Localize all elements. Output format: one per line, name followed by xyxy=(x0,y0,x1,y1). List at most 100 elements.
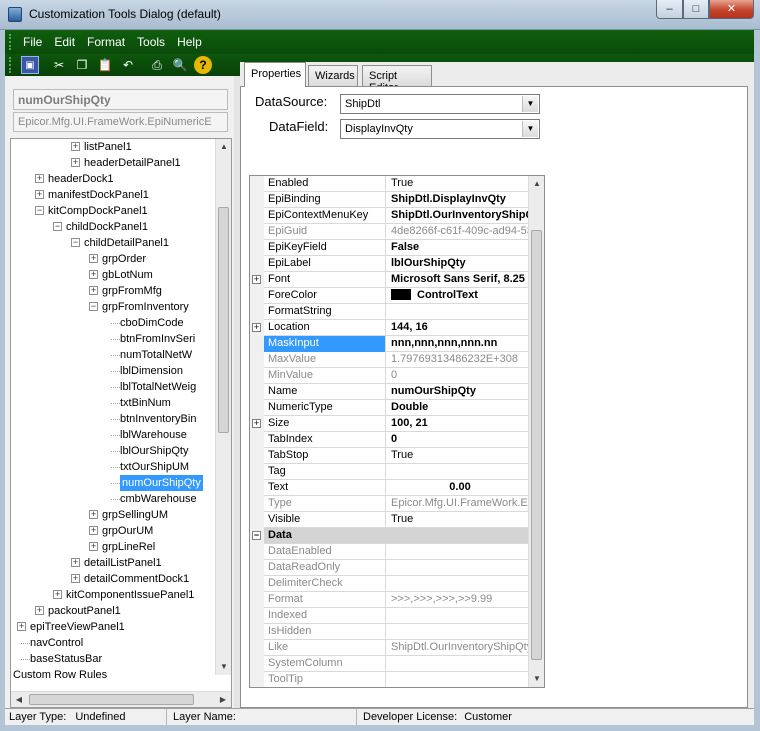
tree-node-label[interactable]: txtBinNum xyxy=(120,395,171,411)
collapse-icon[interactable]: − xyxy=(71,238,80,247)
tree-node[interactable]: Custom Row Rules xyxy=(11,667,216,683)
property-row[interactable]: + Location 144, 16 xyxy=(250,320,529,336)
tree-node[interactable]: numTotalNetW xyxy=(11,347,216,363)
tree-node[interactable]: lblDimension xyxy=(11,363,216,379)
expand-icon[interactable]: + xyxy=(252,323,261,332)
tab-script-editor[interactable]: Script Editor xyxy=(362,65,432,94)
tree-node-label[interactable]: grpOrder xyxy=(102,251,146,267)
property-row[interactable]: EpiLabel lblOurShipQty xyxy=(250,256,529,272)
expand-icon[interactable]: + xyxy=(89,542,98,551)
expand-icon[interactable]: + xyxy=(71,574,80,583)
expand-icon[interactable]: + xyxy=(89,510,98,519)
tree-node[interactable]: + detailListPanel1 xyxy=(11,555,216,571)
property-value[interactable] xyxy=(387,608,529,624)
expand-icon[interactable]: + xyxy=(17,622,26,631)
property-row[interactable]: Visible True xyxy=(250,512,529,528)
paste-icon[interactable]: 📋 xyxy=(96,56,114,74)
property-value[interactable]: lblOurShipQty xyxy=(387,256,529,272)
tree-node-label[interactable]: numOurShipQty xyxy=(120,475,203,491)
property-value[interactable]: False xyxy=(387,240,529,256)
property-row[interactable]: Name numOurShipQty xyxy=(250,384,529,400)
tree-node-label[interactable]: lblDimension xyxy=(120,363,183,379)
property-value[interactable]: 0 xyxy=(387,432,529,448)
tree-node[interactable]: baseStatusBar xyxy=(11,651,216,667)
tree-node-label[interactable]: numTotalNetW xyxy=(120,347,192,363)
property-row[interactable]: Type Epicor.Mfg.UI.FrameWork.Ep xyxy=(250,496,529,512)
tree-scroll-thumb[interactable] xyxy=(218,207,229,433)
tree-node[interactable]: + grpOurUM xyxy=(11,523,216,539)
menu-help[interactable]: Help xyxy=(177,35,202,49)
chevron-down-icon[interactable]: ▼ xyxy=(522,121,538,137)
property-row[interactable]: MaxValue 1.79769313486232E+308 xyxy=(250,352,529,368)
maximize-button[interactable]: □ xyxy=(683,0,709,19)
tree-node-label[interactable]: lblWarehouse xyxy=(120,427,187,443)
tree-node[interactable]: + detailCommentDock1 xyxy=(11,571,216,587)
property-row[interactable]: + Size 100, 21 xyxy=(250,416,529,432)
property-row[interactable]: ToolTip xyxy=(250,672,529,687)
property-row[interactable]: Text 0.00 xyxy=(250,480,529,496)
scroll-right-icon[interactable]: ▶ xyxy=(215,692,231,707)
property-value[interactable]: 0.00 xyxy=(387,480,529,496)
tree-node[interactable]: + manifestDockPanel1 xyxy=(11,187,216,203)
property-row[interactable]: TabIndex 0 xyxy=(250,432,529,448)
collapse-icon[interactable]: − xyxy=(89,302,98,311)
property-row[interactable]: NumericType Double xyxy=(250,400,529,416)
property-value[interactable]: 4de8266f-c61f-409c-ad94-53 xyxy=(387,224,529,240)
tree-node-label[interactable]: cmbWarehouse xyxy=(120,491,197,507)
expand-icon[interactable]: + xyxy=(35,174,44,183)
tree-node-label[interactable]: grpLineRel xyxy=(102,539,155,555)
property-value[interactable]: nnn,nnn,nnn,nnn.nn xyxy=(387,336,529,352)
expand-icon[interactable]: + xyxy=(71,158,80,167)
property-value[interactable]: numOurShipQty xyxy=(387,384,529,400)
property-grid[interactable]: ToolTip SystemColumn Like ShipDtl.OurInvent… xyxy=(249,175,545,688)
datafield-select[interactable]: DisplayInvQty ▼ xyxy=(340,119,540,139)
tree-node[interactable]: + headerDock1 xyxy=(11,171,216,187)
expand-icon[interactable]: + xyxy=(53,590,62,599)
grid-vertical-scrollbar[interactable]: ▲ ▼ xyxy=(528,176,544,687)
tree-node[interactable]: cboDimCode xyxy=(11,315,216,331)
tree-node-label[interactable]: detailListPanel1 xyxy=(84,555,162,571)
property-value[interactable]: ControlText xyxy=(387,288,529,304)
property-row[interactable]: EpiGuid 4de8266f-c61f-409c-ad94-53 xyxy=(250,224,529,240)
toolbar-grip[interactable] xyxy=(9,57,12,73)
tree-node-label[interactable]: childDockPanel1 xyxy=(66,219,148,235)
property-row[interactable]: EpiContextMenuKey ShipDtl.OurInventoryShi… xyxy=(250,208,529,224)
tree-horizontal-scrollbar[interactable]: ◀ ▶ xyxy=(11,691,231,707)
property-row[interactable]: Enabled True xyxy=(250,176,529,192)
property-value[interactable] xyxy=(387,672,529,687)
property-value[interactable]: ShipDtl.OurInventoryShipQty xyxy=(387,640,529,656)
copy-icon[interactable]: ❐ xyxy=(73,56,91,74)
expand-icon[interactable]: + xyxy=(89,286,98,295)
tree-node-label[interactable]: headerDetailPanel1 xyxy=(84,155,181,171)
tree-node[interactable]: lblTotalNetWeig xyxy=(11,379,216,395)
tree-node[interactable]: + headerDetailPanel1 xyxy=(11,155,216,171)
tree-node-label[interactable]: baseStatusBar xyxy=(30,651,102,667)
menu-format[interactable]: Format xyxy=(87,35,125,49)
tree-node[interactable]: cmbWarehouse xyxy=(11,491,216,507)
close-button[interactable]: ✕ xyxy=(709,0,754,19)
tree-node[interactable]: + grpFromMfg xyxy=(11,283,216,299)
menu-file[interactable]: File xyxy=(23,35,42,49)
property-value[interactable]: 0 xyxy=(387,368,529,384)
tree-node[interactable]: lblOurShipQty xyxy=(11,443,216,459)
tree-node[interactable]: navControl xyxy=(11,635,216,651)
tree-node-label[interactable]: childDetailPanel1 xyxy=(84,235,169,251)
tree-vertical-scrollbar[interactable]: ▲ ▼ xyxy=(215,139,231,675)
tree-node-label[interactable]: grpOurUM xyxy=(102,523,153,539)
property-row[interactable]: SystemColumn xyxy=(250,656,529,672)
print-icon[interactable]: ⎙ xyxy=(148,56,166,74)
tree-node[interactable]: + grpSellingUM xyxy=(11,507,216,523)
property-row[interactable]: MaskInput nnn,nnn,nnn,nnn.nn xyxy=(250,336,529,352)
property-value[interactable] xyxy=(387,464,529,480)
tree-node-label[interactable]: cboDimCode xyxy=(120,315,184,331)
cut-icon[interactable]: ✂ xyxy=(50,56,68,74)
tree-node[interactable]: + grpOrder xyxy=(11,251,216,267)
property-value[interactable] xyxy=(387,304,529,320)
property-value[interactable]: Double xyxy=(387,400,529,416)
menu-grip[interactable] xyxy=(9,34,12,50)
control-tree[interactable]: ▲ ▼ ◀ ▶ + listPanel1 + headerDetailPanel1 + h… xyxy=(10,138,232,708)
property-row[interactable]: Tag xyxy=(250,464,529,480)
tree-node-label[interactable]: manifestDockPanel1 xyxy=(48,187,149,203)
tree-node-label[interactable]: headerDock1 xyxy=(48,171,113,187)
property-value[interactable]: >>>,>>>,>>>,>>9.99 xyxy=(387,592,529,608)
